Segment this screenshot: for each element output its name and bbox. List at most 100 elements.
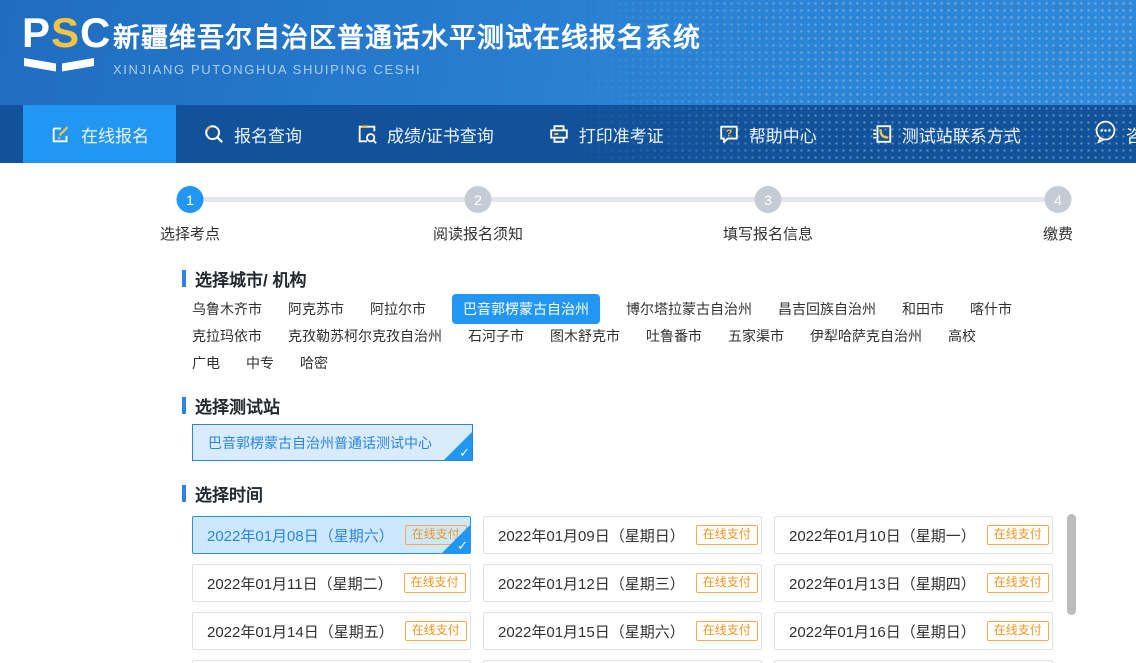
city-chip[interactable]: 阿拉尔市	[370, 299, 426, 319]
date-card[interactable]: 2022年01月09日（星期日） 在线支付	[483, 516, 762, 554]
check-glyph: ✓	[459, 445, 470, 460]
city-chip[interactable]: 喀什市	[970, 299, 1012, 319]
city-chip[interactable]: 五家渠市	[728, 326, 784, 346]
city-chip[interactable]: 克拉玛依市	[192, 326, 262, 346]
heading-bar	[182, 485, 186, 502]
help-icon: ?	[718, 123, 740, 145]
date-card[interactable]: 2022年01月12日（星期三） 在线支付	[483, 564, 762, 602]
city-chip[interactable]: 石河子市	[468, 326, 524, 346]
city-chip[interactable]: 吐鲁番市	[646, 326, 702, 346]
date-card[interactable]: 2022年01月13日（星期四） 在线支付	[774, 564, 1053, 602]
progress-steps: 1选择考点2阅读报名须知3填写报名信息4缴费	[0, 163, 1136, 258]
app-logo: PSC	[22, 10, 98, 72]
step-label: 缴费	[1043, 223, 1073, 244]
online-pay-badge: 在线支付	[987, 573, 1049, 592]
time-section-title: 选择时间	[195, 481, 263, 506]
online-pay-badge: 在线支付	[405, 525, 467, 544]
nav-item[interactable]: 测试站联系方式	[844, 105, 1048, 163]
date-card[interactable]: 2022年01月14日（星期五） 在线支付	[192, 612, 471, 650]
online-pay-badge: 在线支付	[404, 573, 466, 592]
station-card[interactable]: 巴音郭楞蒙古自治州普通话测试中心✓	[192, 424, 473, 461]
city-chip[interactable]: 和田市	[902, 299, 944, 319]
city-chip[interactable]: 高校	[948, 326, 976, 346]
nav-item-label: 打印准考证	[579, 122, 664, 147]
city-row: 乌鲁木齐市 阿克苏市 阿拉尔市 巴音郭楞蒙古自治州 博尔塔拉蒙古自治州 昌吉回族自治州 和田…	[192, 295, 1062, 322]
step-label: 阅读报名须知	[433, 223, 523, 244]
consult-button[interactable]: 咨询	[1093, 105, 1136, 163]
page-title: 新疆维吾尔自治区普通话水平测试在线报名系统	[113, 16, 701, 55]
header: PSC 新疆维吾尔自治区普通话水平测试在线报名系统 XINJIANG PUTON…	[0, 0, 1136, 105]
date-card[interactable]: 2022年01月16日（星期日） 在线支付	[774, 612, 1053, 650]
step-circle: 1	[177, 186, 204, 213]
nav-item[interactable]: ? 帮助中心	[691, 105, 844, 163]
city-list: 乌鲁木齐市 阿克苏市 阿拉尔市 巴音郭楞蒙古自治州 博尔塔拉蒙古自治州 昌吉回族自治州 和田…	[192, 295, 1062, 376]
step-circle: 3	[755, 186, 782, 213]
date-label: 2022年01月12日（星期三）	[498, 573, 685, 594]
svg-text:?: ?	[726, 127, 732, 139]
print-icon	[548, 123, 570, 145]
city-chip[interactable]: 阿克苏市	[288, 299, 344, 319]
chat-icon	[1093, 119, 1118, 149]
online-pay-badge: 在线支付	[696, 525, 758, 544]
date-grid: 2022年01月08日（星期六）在线支付✓2022年01月09日（星期日）在线支…	[192, 516, 1072, 663]
city-chip[interactable]: 广电	[192, 353, 220, 373]
city-chip[interactable]: 博尔塔拉蒙古自治州	[626, 299, 752, 319]
nav-item[interactable]: 成绩/证书查询	[329, 105, 521, 163]
date-card[interactable]: 2022年01月08日（星期六）在线支付✓	[192, 516, 471, 554]
date-label: 2022年01月09日（星期日）	[498, 525, 685, 546]
heading-bar	[182, 397, 186, 414]
date-label: 2022年01月11日（星期二）	[207, 573, 393, 594]
logo-letter: P	[22, 9, 51, 56]
heading-bar	[182, 270, 186, 287]
nav-item-label: 报名查询	[234, 122, 302, 147]
nav-item-label: 在线报名	[81, 122, 149, 147]
date-card[interactable]: 2022年01月15日（星期六）在线支付	[483, 612, 762, 650]
date-card[interactable]: 2022年01月11日（星期二） 在线支付	[192, 564, 471, 602]
title-block: 新疆维吾尔自治区普通话水平测试在线报名系统 XINJIANG PUTONGHUA…	[113, 16, 701, 77]
vertical-scrollbar-thumb[interactable]	[1067, 514, 1076, 615]
city-chip[interactable]: 图木舒克市	[550, 326, 620, 346]
time-section-heading: 选择时间	[182, 481, 263, 506]
city-chip[interactable]: 伊犁哈萨克自治州	[810, 326, 922, 346]
phone-icon	[871, 123, 893, 145]
date-label: 2022年01月13日（星期四）	[789, 573, 976, 594]
date-label: 2022年01月16日（星期日）	[789, 621, 976, 642]
cert-search-icon	[356, 123, 378, 145]
date-label: 2022年01月14日（星期五）	[207, 621, 394, 642]
online-pay-badge: 在线支付	[987, 621, 1049, 640]
open-book-icon	[22, 57, 96, 72]
step-label: 选择考点	[160, 223, 220, 244]
online-pay-badge: 在线支付	[987, 525, 1049, 544]
online-pay-badge: 在线支付	[696, 573, 758, 592]
city-chip[interactable]: 昌吉回族自治州	[778, 299, 876, 319]
online-pay-badge: 在线支付	[696, 621, 758, 640]
city-section-title: 选择城市/ 机构	[195, 266, 306, 291]
online-pay-badge: 在线支付	[405, 621, 467, 640]
logo-letter: C	[80, 9, 111, 56]
city-chip[interactable]: 哈密	[300, 353, 328, 373]
selected-check-icon: ✓	[444, 432, 472, 460]
station-section-heading: 选择测试站	[182, 393, 280, 418]
consult-label: 咨询	[1126, 122, 1136, 147]
city-row: 克拉玛依市 克孜勒苏柯尔克孜自治州 石河子市 图木舒克市 吐鲁番市 五家渠市 伊犁哈萨克自治…	[192, 322, 1062, 349]
step-circle: 4	[1045, 186, 1072, 213]
edit-icon	[50, 123, 72, 145]
step-connector-line	[190, 197, 1058, 202]
nav-item-label: 帮助中心	[749, 122, 817, 147]
nav-item[interactable]: 报名查询	[176, 105, 329, 163]
page: PSC 新疆维吾尔自治区普通话水平测试在线报名系统 XINJIANG PUTON…	[0, 0, 1136, 663]
step-label: 填写报名信息	[723, 223, 813, 244]
page-subtitle: XINJIANG PUTONGHUA SHUIPING CESHI	[113, 62, 701, 77]
nav-item-label: 成绩/证书查询	[387, 122, 494, 147]
city-chip[interactable]: 巴音郭楞蒙古自治州	[452, 294, 600, 324]
city-chip[interactable]: 乌鲁木齐市	[192, 299, 262, 319]
date-label: 2022年01月08日（星期六）	[207, 525, 394, 546]
city-section-heading: 选择城市/ 机构	[182, 266, 306, 291]
city-chip[interactable]: 克孜勒苏柯尔克孜自治州	[288, 326, 442, 346]
date-card[interactable]: 2022年01月10日（星期一）在线支付	[774, 516, 1053, 554]
nav-item[interactable]: 打印准考证	[521, 105, 691, 163]
check-triangle	[444, 432, 472, 460]
nav-items: 在线报名 报名查询 成绩/证书查询 打印准考证? 帮助中心 测试站联系方式	[23, 105, 1048, 163]
city-chip[interactable]: 中专	[246, 353, 274, 373]
nav-item[interactable]: 在线报名	[23, 105, 176, 163]
